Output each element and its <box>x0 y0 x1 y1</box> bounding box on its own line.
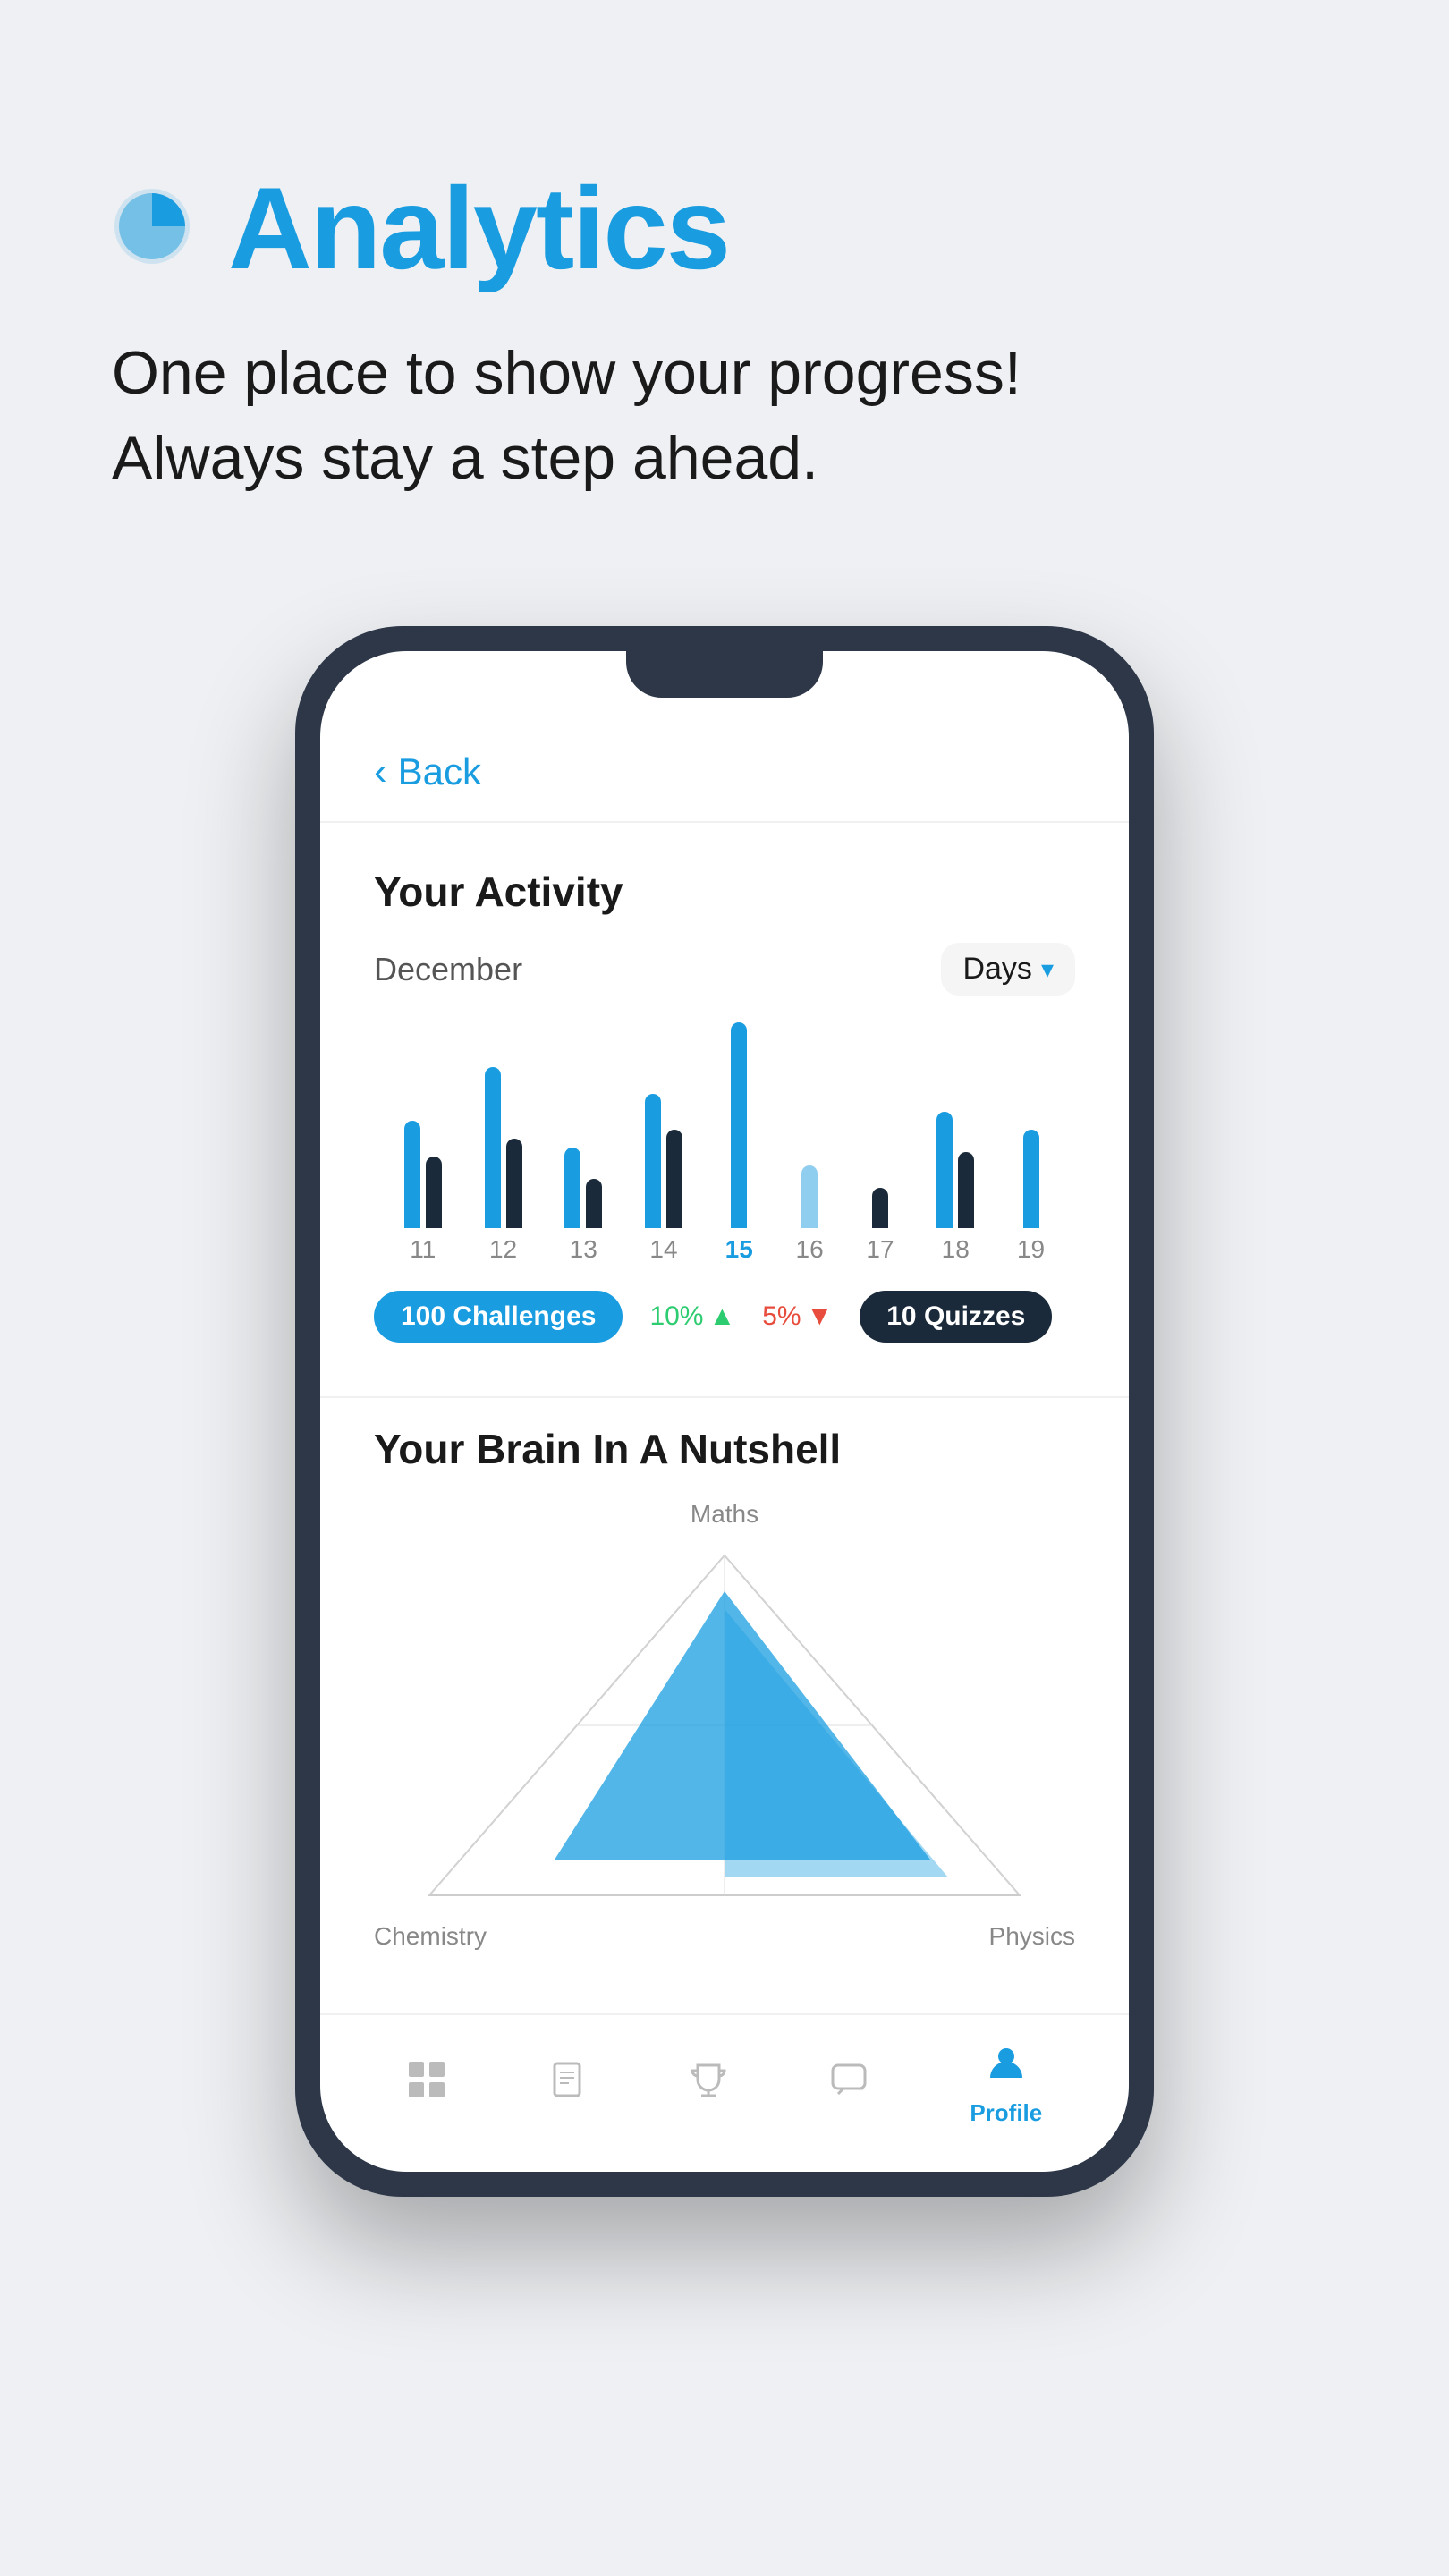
down-arrow-icon: ▼ <box>807 1301 834 1332</box>
period-label: Days <box>962 952 1031 987</box>
stats-row: 100 Challenges 10% ▲ 5% ▼ 10 Quizzes <box>374 1291 1075 1343</box>
activity-title: Your Activity <box>374 868 1075 916</box>
day-label: 14 <box>649 1235 677 1264</box>
brain-svg <box>411 1538 1038 1913</box>
nav-item-trophy[interactable] <box>689 2060 728 2110</box>
back-chevron-icon: ‹ <box>374 750 387 794</box>
day-label: 17 <box>866 1235 894 1264</box>
bar <box>485 1067 501 1228</box>
days-dropdown[interactable]: Days ▾ <box>941 943 1075 996</box>
nav-item-profile[interactable]: Profile <box>970 2042 1042 2127</box>
triangle-chart: Maths <box>374 1500 1075 1951</box>
activity-section: Your Activity December Days ▾ <box>320 823 1129 1396</box>
pct1-stat: 10% ▲ <box>649 1301 735 1332</box>
bar-chart: 11 12 <box>374 1031 1075 1264</box>
day-label: 19 <box>1017 1235 1045 1264</box>
day-label: 12 <box>489 1235 517 1264</box>
phone-screen: ‹ Back Your Activity December Days ▾ <box>320 651 1129 2172</box>
chat-icon <box>829 2060 869 2110</box>
bar <box>801 1165 818 1228</box>
screen-content: ‹ Back Your Activity December Days ▾ <box>320 651 1129 2172</box>
bar-group-19: 19 <box>1017 1130 1045 1264</box>
bar <box>731 1022 747 1228</box>
bar <box>426 1157 442 1228</box>
bar <box>872 1188 888 1228</box>
day-label: 11 <box>410 1235 436 1264</box>
bottom-nav: Profile <box>320 2013 1129 2172</box>
nav-item-book[interactable] <box>547 2060 587 2110</box>
day-label: 16 <box>796 1235 824 1264</box>
book-icon <box>547 2060 587 2110</box>
day-label: 13 <box>570 1235 597 1264</box>
day-label: 18 <box>942 1235 970 1264</box>
bottom-labels: Chemistry Physics <box>374 1922 1075 1951</box>
back-label: Back <box>398 750 481 793</box>
bar <box>564 1148 580 1228</box>
bar-group-11: 11 <box>404 1121 442 1264</box>
phone-outer: ‹ Back Your Activity December Days ▾ <box>295 626 1154 2197</box>
challenges-badge: 100 Challenges <box>374 1291 623 1343</box>
header-section: Analytics One place to show your progres… <box>0 0 1449 555</box>
quizzes-badge: 10 Quizzes <box>860 1291 1052 1343</box>
nav-item-chat[interactable] <box>829 2060 869 2110</box>
header-subtitle: One place to show your progress! Always … <box>112 331 1337 501</box>
bar <box>666 1130 682 1228</box>
bar <box>936 1112 953 1228</box>
phone-notch <box>626 651 823 698</box>
dropdown-arrow-icon: ▾ <box>1041 954 1054 984</box>
brain-section: Your Brain In A Nutshell Maths <box>320 1398 1129 1987</box>
bar-group-14: 14 <box>645 1094 682 1264</box>
trophy-icon <box>689 2060 728 2110</box>
bar-group-15: 15 <box>725 1022 753 1264</box>
pct2-stat: 5% ▼ <box>762 1301 833 1332</box>
bar-group-12: 12 <box>485 1067 522 1264</box>
month-label: December <box>374 951 522 988</box>
activity-header: December Days ▾ <box>374 943 1075 996</box>
bar-group-17: 17 <box>866 1188 894 1264</box>
bar <box>404 1121 420 1228</box>
title-row: Analytics <box>112 161 1337 295</box>
analytics-icon <box>112 186 192 271</box>
back-button[interactable]: ‹ Back <box>320 723 1129 821</box>
bar-group-18: 18 <box>936 1112 974 1264</box>
page-title: Analytics <box>228 161 729 295</box>
up-arrow-icon: ▲ <box>708 1301 735 1332</box>
bar <box>1023 1130 1039 1228</box>
profile-icon <box>987 2042 1026 2092</box>
bar <box>586 1179 602 1228</box>
bar <box>506 1139 522 1228</box>
bar <box>958 1152 974 1228</box>
nav-item-grid[interactable] <box>407 2060 446 2110</box>
physics-label: Physics <box>989 1922 1075 1951</box>
brain-title: Your Brain In A Nutshell <box>374 1425 1075 1473</box>
maths-label: Maths <box>691 1500 758 1529</box>
profile-label: Profile <box>970 2099 1042 2127</box>
bar-group-13: 13 <box>564 1148 602 1264</box>
bar <box>645 1094 661 1228</box>
day-label: 15 <box>725 1235 753 1264</box>
phone-mockup: ‹ Back Your Activity December Days ▾ <box>0 626 1449 2197</box>
grid-icon <box>407 2060 446 2110</box>
chemistry-label: Chemistry <box>374 1922 487 1951</box>
bar-group-16: 16 <box>796 1165 824 1264</box>
